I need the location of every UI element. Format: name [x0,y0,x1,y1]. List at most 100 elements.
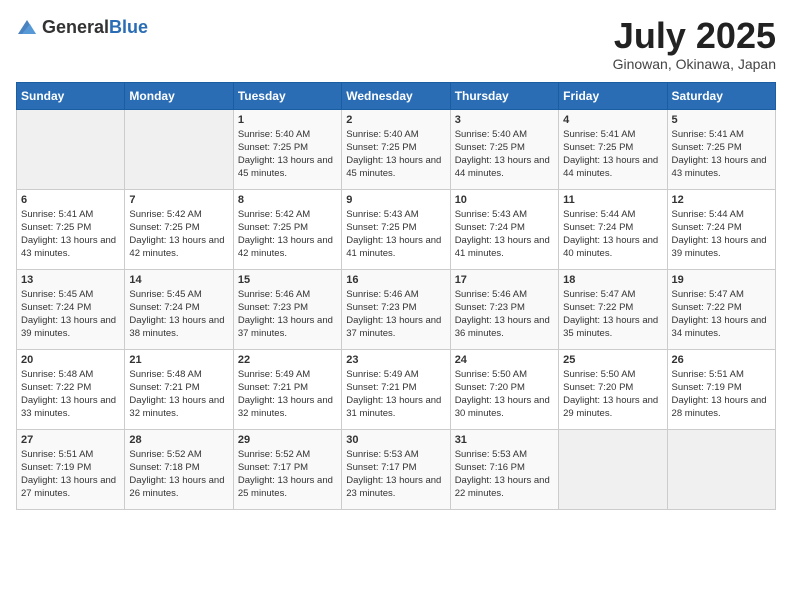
day-info: Sunrise: 5:46 AM Sunset: 7:23 PM Dayligh… [238,288,337,341]
calendar-cell: 9 Sunrise: 5:43 AM Sunset: 7:25 PM Daylig… [342,189,450,269]
calendar-cell: 27Sunrise: 5:51 AM Sunset: 7:19 PM Dayli… [17,429,125,509]
calendar-cell [17,109,125,189]
calendar-week-2: 6Sunrise: 5:41 AM Sunset: 7:25 PM Daylig… [17,189,776,269]
day-info: Sunrise: 5:52 AM Sunset: 7:18 PM Dayligh… [129,448,228,501]
day-number: 25 [563,354,662,366]
calendar-week-5: 27Sunrise: 5:51 AM Sunset: 7:19 PM Dayli… [17,429,776,509]
day-info: Sunrise: 5:44 AM Sunset: 7:24 PM Dayligh… [672,208,771,261]
day-info: Sunrise: 5:53 AM Sunset: 7:16 PM Dayligh… [455,448,554,501]
calendar-cell: 8 Sunrise: 5:42 AM Sunset: 7:25 PM Daylig… [233,189,341,269]
day-number: 15 [238,274,337,286]
day-number: 19 [672,274,771,286]
calendar-cell: 15 Sunrise: 5:46 AM Sunset: 7:23 PM Dayli… [233,269,341,349]
day-number: 4 [563,114,662,126]
location-title: Ginowan, Okinawa, Japan [613,56,776,72]
day-info: Sunrise: 5:47 AM Sunset: 7:22 PM Dayligh… [563,288,662,341]
day-info: Sunrise: 5:42 AM Sunset: 7:25 PM Dayligh… [129,208,228,261]
day-number: 22 [238,354,337,366]
calendar-cell: 29Sunrise: 5:52 AM Sunset: 7:17 PM Dayli… [233,429,341,509]
logo: GeneralBlue [16,16,148,38]
title-area: July 2025 Ginowan, Okinawa, Japan [613,16,776,72]
logo-icon [16,16,38,38]
calendar-cell: 11Sunrise: 5:44 AM Sunset: 7:24 PM Dayli… [559,189,667,269]
weekday-header-friday: Friday [559,82,667,109]
day-info: Sunrise: 5:48 AM Sunset: 7:22 PM Dayligh… [21,368,120,421]
calendar-cell: 18 Sunrise: 5:47 AM Sunset: 7:22 PM Dayli… [559,269,667,349]
calendar-cell: 24Sunrise: 5:50 AM Sunset: 7:20 PM Dayli… [450,349,558,429]
calendar-cell: 13 Sunrise: 5:45 AM Sunset: 7:24 PM Dayli… [17,269,125,349]
weekday-header-monday: Monday [125,82,233,109]
day-info: Sunrise: 5:45 AM Sunset: 7:24 PM Dayligh… [21,288,120,341]
logo-text: GeneralBlue [42,17,148,38]
calendar-week-4: 20Sunrise: 5:48 AM Sunset: 7:22 PM Dayli… [17,349,776,429]
calendar-cell: 6Sunrise: 5:41 AM Sunset: 7:25 PM Daylig… [17,189,125,269]
day-info: Sunrise: 5:46 AM Sunset: 7:23 PM Dayligh… [455,288,554,341]
calendar-cell: 4 Sunrise: 5:41 AM Sunset: 7:25 PM Daylig… [559,109,667,189]
day-info: Sunrise: 5:46 AM Sunset: 7:23 PM Dayligh… [346,288,445,341]
calendar-table: SundayMondayTuesdayWednesdayThursdayFrid… [16,82,776,510]
logo-blue: Blue [109,17,148,37]
day-number: 14 [129,274,228,286]
calendar-cell: 5 Sunrise: 5:41 AM Sunset: 7:25 PM Daylig… [667,109,775,189]
day-number: 26 [672,354,771,366]
day-info: Sunrise: 5:49 AM Sunset: 7:21 PM Dayligh… [346,368,445,421]
calendar-cell: 3 Sunrise: 5:40 AM Sunset: 7:25 PM Daylig… [450,109,558,189]
day-number: 28 [129,434,228,446]
calendar-cell: 7 Sunrise: 5:42 AM Sunset: 7:25 PM Daylig… [125,189,233,269]
weekday-header-row: SundayMondayTuesdayWednesdayThursdayFrid… [17,82,776,109]
calendar-cell: 25 Sunrise: 5:50 AM Sunset: 7:20 PM Dayli… [559,349,667,429]
day-number: 5 [672,114,771,126]
day-number: 31 [455,434,554,446]
calendar-cell: 12Sunrise: 5:44 AM Sunset: 7:24 PM Dayli… [667,189,775,269]
weekday-header-wednesday: Wednesday [342,82,450,109]
weekday-header-sunday: Sunday [17,82,125,109]
day-number: 8 [238,194,337,206]
calendar-cell: 16 Sunrise: 5:46 AM Sunset: 7:23 PM Dayli… [342,269,450,349]
day-number: 3 [455,114,554,126]
month-title: July 2025 [613,16,776,56]
calendar-cell: 23 Sunrise: 5:49 AM Sunset: 7:21 PM Dayli… [342,349,450,429]
day-number: 1 [238,114,337,126]
calendar-week-1: 1 Sunrise: 5:40 AM Sunset: 7:25 PM Daylig… [17,109,776,189]
day-info: Sunrise: 5:45 AM Sunset: 7:24 PM Dayligh… [129,288,228,341]
calendar-cell [559,429,667,509]
calendar-week-3: 13 Sunrise: 5:45 AM Sunset: 7:24 PM Dayli… [17,269,776,349]
day-info: Sunrise: 5:52 AM Sunset: 7:17 PM Dayligh… [238,448,337,501]
calendar-cell: 20Sunrise: 5:48 AM Sunset: 7:22 PM Dayli… [17,349,125,429]
calendar-cell: 31 Sunrise: 5:53 AM Sunset: 7:16 PM Dayli… [450,429,558,509]
day-number: 11 [563,194,662,206]
calendar-cell: 21 Sunrise: 5:48 AM Sunset: 7:21 PM Dayli… [125,349,233,429]
header: GeneralBlue July 2025 Ginowan, Okinawa, … [16,16,776,72]
calendar-cell: 26Sunrise: 5:51 AM Sunset: 7:19 PM Dayli… [667,349,775,429]
day-info: Sunrise: 5:40 AM Sunset: 7:25 PM Dayligh… [346,128,445,181]
calendar-cell: 19 Sunrise: 5:47 AM Sunset: 7:22 PM Dayli… [667,269,775,349]
day-number: 9 [346,194,445,206]
day-info: Sunrise: 5:40 AM Sunset: 7:25 PM Dayligh… [238,128,337,181]
day-info: Sunrise: 5:40 AM Sunset: 7:25 PM Dayligh… [455,128,554,181]
day-info: Sunrise: 5:50 AM Sunset: 7:20 PM Dayligh… [455,368,554,421]
day-info: Sunrise: 5:50 AM Sunset: 7:20 PM Dayligh… [563,368,662,421]
weekday-header-saturday: Saturday [667,82,775,109]
day-info: Sunrise: 5:42 AM Sunset: 7:25 PM Dayligh… [238,208,337,261]
weekday-header-tuesday: Tuesday [233,82,341,109]
day-number: 10 [455,194,554,206]
day-number: 7 [129,194,228,206]
weekday-header-thursday: Thursday [450,82,558,109]
day-number: 16 [346,274,445,286]
day-number: 21 [129,354,228,366]
calendar-cell: 10Sunrise: 5:43 AM Sunset: 7:24 PM Dayli… [450,189,558,269]
day-info: Sunrise: 5:43 AM Sunset: 7:25 PM Dayligh… [346,208,445,261]
day-number: 27 [21,434,120,446]
calendar-cell: 22Sunrise: 5:49 AM Sunset: 7:21 PM Dayli… [233,349,341,429]
day-info: Sunrise: 5:41 AM Sunset: 7:25 PM Dayligh… [672,128,771,181]
calendar-cell [667,429,775,509]
calendar-cell: 17Sunrise: 5:46 AM Sunset: 7:23 PM Dayli… [450,269,558,349]
day-info: Sunrise: 5:47 AM Sunset: 7:22 PM Dayligh… [672,288,771,341]
calendar-cell: 14 Sunrise: 5:45 AM Sunset: 7:24 PM Dayli… [125,269,233,349]
calendar-cell: 1 Sunrise: 5:40 AM Sunset: 7:25 PM Daylig… [233,109,341,189]
day-number: 18 [563,274,662,286]
day-info: Sunrise: 5:48 AM Sunset: 7:21 PM Dayligh… [129,368,228,421]
day-info: Sunrise: 5:41 AM Sunset: 7:25 PM Dayligh… [563,128,662,181]
day-number: 13 [21,274,120,286]
day-number: 23 [346,354,445,366]
